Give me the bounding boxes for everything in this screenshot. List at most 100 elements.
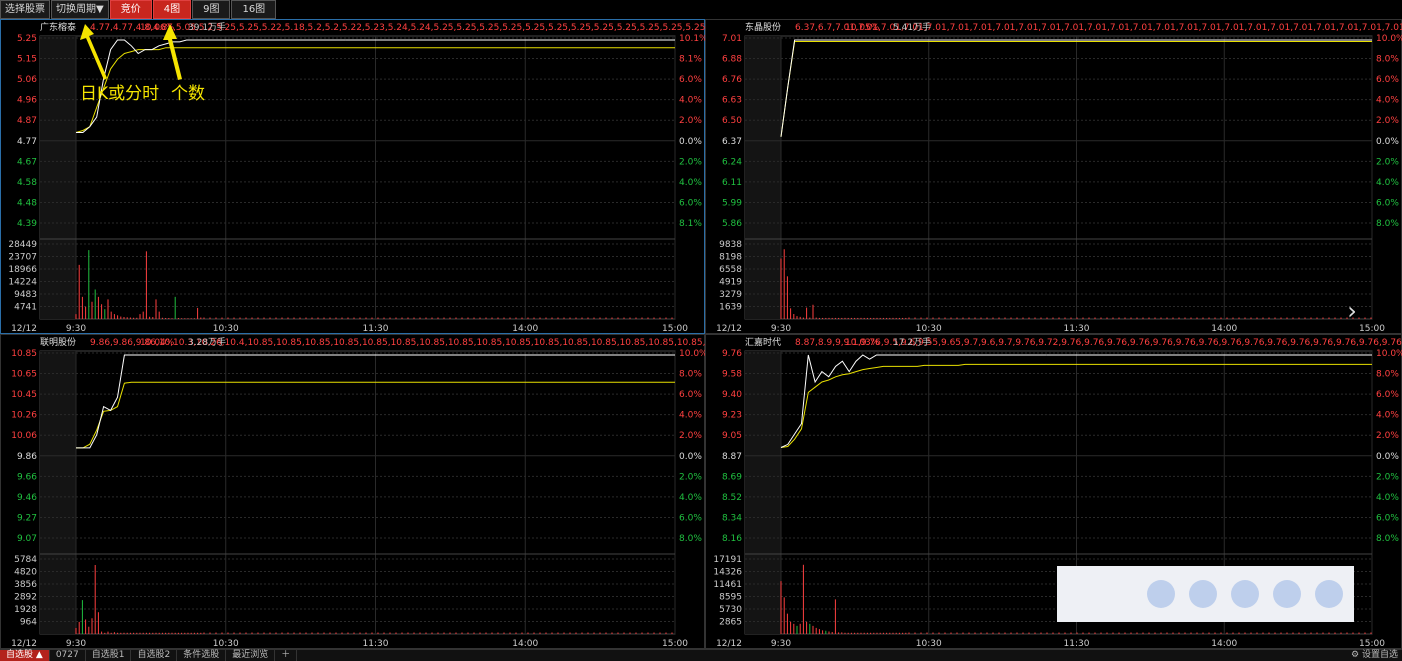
pct-tick-label: 6.0% [679,198,702,208]
pct-tick-label: 4.0% [1376,96,1399,106]
price-tick-label: 9.07 [17,534,37,544]
annotation-arrow-right [163,24,182,80]
pct-tick-label: 4.0% [679,493,702,503]
price-tick-label: 6.24 [722,157,742,167]
chart-panel-2[interactable]: 东晶股份 6.37,6.7,7.01,7.01,7.01,7.01,7.01,7.… [705,19,1402,334]
stock-change: 10.03% [845,338,880,348]
watermark-dot [1315,580,1343,608]
pct-tick-label: 6.0% [1376,390,1399,400]
pct-tick-label: 4.0% [679,411,702,421]
annotation-arrow-left [80,24,107,80]
pct-tick-label: 6.0% [679,390,702,400]
volume-tick-label: 4820 [14,568,37,578]
volume-tick-label: 2865 [719,618,742,628]
settings-label: 设置自选 [1361,650,1398,660]
volume-tick-label: 17191 [713,555,742,565]
caret-up-icon: ▲ [35,650,43,660]
watermark-overlay [1057,566,1354,622]
stock-volume: 3.28万手 [188,336,226,348]
watermark-dot [1231,580,1259,608]
price-tick-label: 4.67 [17,157,37,167]
date-label: 12/12 [11,324,37,334]
pct-tick-label: 6.0% [1376,198,1399,208]
pct-tick-label: 4.0% [1376,178,1399,188]
pct-tick-label: 8.0% [679,370,702,380]
price-tick-label: 4.87 [17,116,37,126]
price-tick-label: 8.52 [722,493,742,503]
tab-recent[interactable]: 最近浏览 [226,650,276,661]
settings-watchlist[interactable]: ⚙ 设置自选 [1351,650,1398,661]
volume-tick-label: 9483 [14,290,37,300]
time-tick-label: 11:30 [363,639,389,649]
tab-watchlist-1[interactable]: 自选股1 [86,650,132,661]
annotation-left: 日K或分时 [80,84,160,104]
pct-tick-label: 2.0% [679,431,702,441]
volume-tick-label: 5730 [719,605,742,615]
pct-tick-label: 8.0% [1376,370,1399,380]
price-tick-label: 7.01 [722,34,742,44]
stock-name: 汇嘉时代 [745,336,781,348]
tab-watchlist[interactable]: 自选股 ▲ [0,650,50,661]
price-tick-label: 8.69 [722,472,742,482]
time-tick-label: 14:00 [512,639,538,649]
volume-tick-label: 1639 [719,303,742,313]
price-tick-label: 10.06 [11,431,37,441]
watermark-dot [1189,580,1217,608]
time-tick-label: 11:30 [363,324,389,334]
pct-tick-label: 4.0% [1376,411,1399,421]
chart-grid: 广东榕泰 4.77,4.77,4.8,4.85,5.05,5.2,5.25,5.2… [0,19,1402,649]
volume-tick-label: 28449 [8,240,37,250]
time-tick-label: 11:30 [1064,639,1090,649]
chart-panel-3[interactable]: 联明股份 9.86,9.86,9.86,10,10.3,10.26,10.4,10… [0,334,705,649]
price-tick-label: 8.34 [722,513,742,523]
price-tick-label: 8.16 [722,534,742,544]
price-tick-label: 4.58 [17,178,37,188]
time-tick-label: 10:30 [916,324,942,334]
add-tab-icon[interactable]: ＋ [275,650,298,661]
pre-open-band [745,36,781,319]
stock-name: 联明股份 [40,336,76,348]
pct-tick-label: 8.0% [1376,534,1399,544]
panel-border [705,19,1402,334]
time-tick-label: 9:30 [771,639,791,649]
tab-0727[interactable]: 0727 [50,650,86,661]
price-tick-label: 6.88 [722,55,742,65]
pct-tick-label: 6.0% [1376,75,1399,85]
time-tick-label: 15:00 [1359,639,1385,649]
volume-tick-label: 18966 [8,265,37,275]
pct-tick-label: 6.0% [679,75,702,85]
chart-frame [744,35,1373,320]
pct-tick-label: 8.0% [1376,55,1399,65]
stock-price: 9.86,9.86,9.86,10,10.3,10.26,10.4,10.85,… [90,338,705,348]
time-tick-label: 9:30 [66,639,86,649]
price-tick-label: 6.37 [722,137,742,147]
time-tick-label: 10:30 [213,639,239,649]
pct-tick-label: 2.0% [1376,116,1399,126]
volume-tick-label: 2892 [14,593,37,603]
time-tick-label: 14:00 [1211,324,1237,334]
price-tick-label: 4.48 [17,198,37,208]
watermark-dot [1147,580,1175,608]
volume-tick-label: 14326 [713,568,742,578]
price-tick-label: 6.63 [722,96,742,106]
pct-tick-label: 2.0% [679,116,702,126]
volume-tick-label: 1928 [14,605,37,615]
price-tick-label: 9.46 [17,493,37,503]
volume-tick-label: 3856 [14,580,37,590]
volume-tick-label: 23707 [8,253,37,263]
price-tick-label: 4.77 [17,137,37,147]
price-tick-label: 9.76 [722,349,742,359]
tab-condition-select[interactable]: 条件选股 [177,650,227,661]
time-tick-label: 9:30 [66,324,86,334]
price-tick-label: 9.23 [722,411,742,421]
price-line [780,354,1047,448]
time-tick-label: 10:30 [213,324,239,334]
tab-watchlist-2[interactable]: 自选股2 [131,650,178,661]
pct-tick-label: 10.1% [679,34,705,44]
pre-open-band [40,351,76,634]
pct-tick-label: 4.0% [679,178,702,188]
pct-tick-label: 8.0% [679,534,702,544]
gear-icon: ⚙ [1351,650,1360,660]
date-label: 12/12 [11,639,37,649]
pct-tick-label: 6.0% [679,513,702,523]
